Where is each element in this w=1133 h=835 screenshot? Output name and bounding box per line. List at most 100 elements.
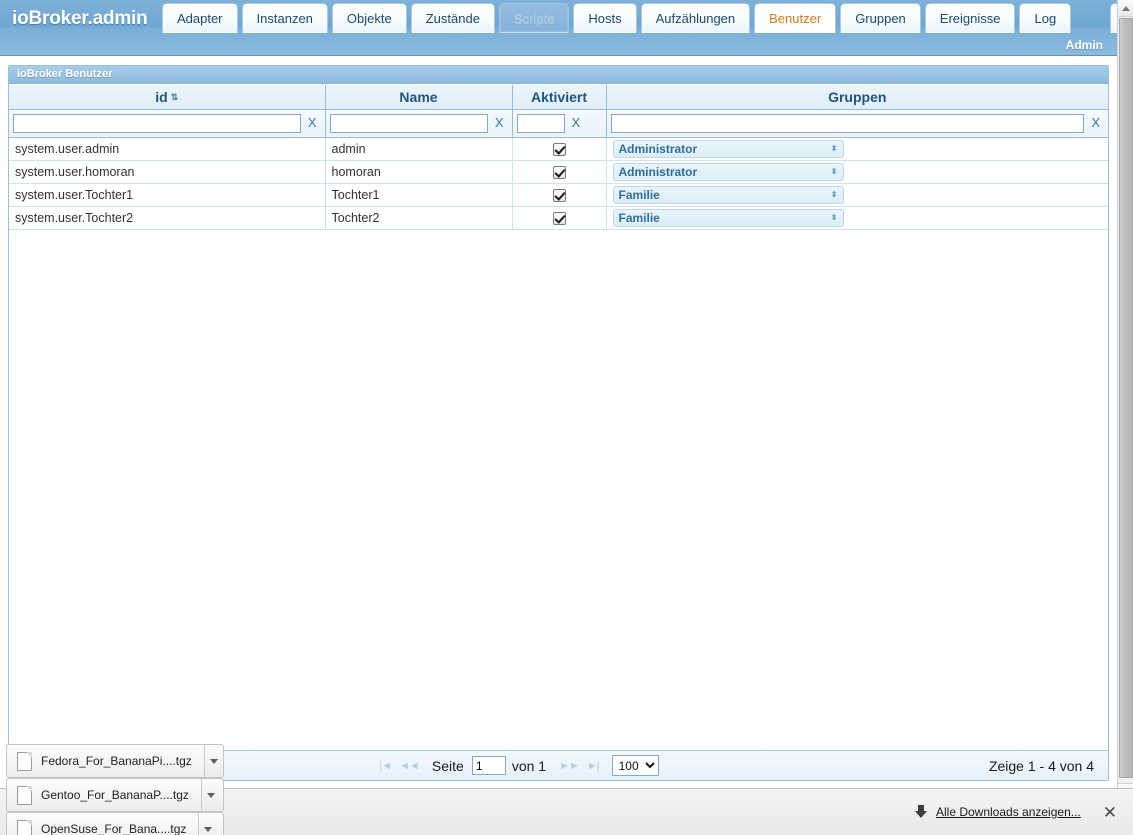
tab-log[interactable]: Log — [1019, 3, 1072, 33]
page-total-label: von 1 — [511, 757, 547, 774]
cell-name: Tochter2 — [325, 206, 513, 230]
tab-instanzen[interactable]: Instanzen — [241, 3, 328, 33]
file-icon — [17, 785, 32, 805]
gruppen-select[interactable]: Familie ⬍ — [612, 185, 844, 204]
checkbox-checked-icon[interactable] — [552, 142, 566, 156]
gruppen-select-value: Administrator — [618, 164, 698, 179]
file-icon — [17, 819, 32, 835]
filter-clear-gruppen[interactable]: X — [1090, 116, 1104, 130]
download-item-main[interactable]: Fedora_For_BananaPi....tgz — [7, 745, 204, 777]
settings-button[interactable]: ✷ — [1110, 3, 1117, 33]
cell-aktiviert — [512, 206, 607, 230]
table-row[interactable]: system.user.Tochter1 Tochter1 Familie ⬍ — [9, 183, 1108, 207]
column-header-label: Name — [399, 88, 438, 105]
cell-id: system.user.admin — [9, 137, 326, 161]
panel-title: ioBroker Benutzer — [9, 66, 1108, 84]
column-header-name[interactable]: Name — [325, 85, 513, 110]
gruppen-select[interactable]: Administrator ⬍ — [612, 162, 844, 181]
filter-cell-gruppen: X — [606, 109, 1108, 138]
tab-hosts[interactable]: Hosts — [573, 3, 637, 33]
column-header-id[interactable]: id ⇅ — [9, 85, 326, 110]
cell-name: homoran — [325, 160, 513, 184]
page-number-input[interactable] — [471, 756, 506, 775]
scroll-up-icon[interactable] — [1118, 0, 1133, 17]
filter-clear-id[interactable]: X — [307, 116, 321, 130]
tab-scripte: Scripte — [498, 3, 570, 33]
cell-gruppen: Administrator ⬍ — [606, 137, 1108, 161]
cell-id: system.user.Tochter2 — [9, 206, 326, 230]
scrollbar-thumb[interactable] — [1119, 18, 1133, 778]
page-scrollbar[interactable] — [1117, 0, 1133, 800]
tab-ereignisse[interactable]: Ereignisse — [924, 3, 1016, 33]
users-grid: id ⇅ Name Aktiviert Gruppen X X X X syst… — [9, 85, 1108, 750]
download-menu-chevron-down-icon[interactable] — [200, 779, 220, 811]
column-header-gruppen[interactable]: Gruppen — [606, 85, 1108, 110]
filter-row: X X X X — [9, 109, 1108, 138]
tab-benutzer[interactable]: Benutzer — [754, 3, 837, 33]
gruppen-select-value: Familie — [618, 187, 660, 202]
app-header: ioBroker.admin Adapter Instanzen Objekte Zu… — [0, 0, 1117, 56]
spinner-updown-icon: ⬍ — [830, 166, 838, 176]
users-panel: ioBroker Benutzer id ⇅ Name Aktiviert Gruppe… — [8, 65, 1109, 781]
pagination-controls: |◄ ◄◄ Seite von 1 ►► ►| 102550100 — [169, 755, 868, 776]
filter-input-aktiviert[interactable] — [516, 113, 565, 133]
download-arrow-icon — [914, 805, 927, 819]
cell-id: system.user.Tochter1 — [9, 183, 326, 207]
cell-aktiviert — [512, 137, 607, 161]
filter-cell-aktiviert: X — [512, 109, 607, 138]
tab-bar: ioBroker.admin Adapter Instanzen Objekte Zu… — [0, 0, 1117, 34]
table-header: id ⇅ Name Aktiviert Gruppen X X X X — [9, 85, 1108, 138]
file-icon — [17, 751, 32, 771]
gruppen-select[interactable]: Familie ⬍ — [612, 208, 844, 227]
spinner-updown-icon: ⬍ — [830, 212, 838, 222]
tab-gruppen[interactable]: Gruppen — [840, 3, 921, 33]
filter-cell-id: X — [9, 109, 326, 138]
rows-per-page-select[interactable]: 102550100 — [611, 755, 659, 776]
gruppen-select-value: Administrator — [618, 141, 698, 156]
column-header-label: Gruppen — [828, 88, 887, 105]
cell-id: system.user.homoran — [9, 160, 326, 184]
tab-adapter[interactable]: Adapter — [161, 3, 238, 33]
filter-input-gruppen[interactable] — [610, 113, 1085, 133]
download-file-name: Gentoo_For_BananaP....tgz — [41, 788, 189, 802]
tab-zust-nde[interactable]: Zustände — [410, 3, 495, 33]
checkbox-checked-icon[interactable] — [552, 211, 566, 225]
current-user-label: Admin — [1065, 38, 1103, 52]
table-row[interactable]: system.user.homoran homoran Administrator ⬍ — [9, 160, 1108, 184]
column-header-label: id — [155, 88, 168, 105]
filter-clear-name[interactable]: X — [494, 116, 508, 130]
cell-gruppen: Administrator ⬍ — [606, 160, 1108, 184]
column-header-aktiviert[interactable]: Aktiviert — [512, 85, 607, 110]
download-bar: Fedora_For_BananaPi....tgz Gentoo_For_Ban… — [0, 744, 1133, 835]
download-item[interactable]: OpenSuse_For_Bana....tgz — [6, 812, 224, 835]
sort-indicator-icon: ⇅ — [170, 91, 179, 102]
download-item[interactable]: Fedora_For_BananaPi....tgz — [6, 744, 224, 778]
filter-input-id[interactable] — [13, 113, 301, 133]
table-row[interactable]: system.user.admin admin Administrator ⬍ — [9, 137, 1108, 161]
download-item[interactable]: Gentoo_For_BananaP....tgz — [6, 778, 224, 812]
cell-gruppen: Familie ⬍ — [606, 183, 1108, 207]
download-item-main[interactable]: OpenSuse_For_Bana....tgz — [7, 813, 198, 835]
filter-input-name[interactable] — [329, 113, 488, 133]
checkbox-checked-icon[interactable] — [552, 188, 566, 202]
checkbox-checked-icon[interactable] — [552, 165, 566, 179]
tab-aufz-hlungen[interactable]: Aufzählungen — [640, 3, 751, 33]
cell-name: Tochter1 — [325, 183, 513, 207]
table-row[interactable]: system.user.Tochter2 Tochter2 Familie ⬍ — [9, 206, 1108, 230]
show-all-downloads-button[interactable]: Alle Downloads anzeigen... — [914, 805, 1081, 819]
filter-clear-aktiviert[interactable]: X — [571, 116, 585, 130]
next-page-icon[interactable]: ►► — [558, 760, 580, 772]
users-table: id ⇅ Name Aktiviert Gruppen X X X X syst… — [9, 85, 1108, 230]
download-menu-chevron-down-icon[interactable] — [203, 745, 223, 777]
cell-name: admin — [325, 137, 513, 161]
tab-objekte[interactable]: Objekte — [331, 3, 407, 33]
download-item-main[interactable]: Gentoo_For_BananaP....tgz — [7, 779, 201, 811]
first-page-icon[interactable]: |◄ — [378, 760, 392, 772]
prev-page-icon[interactable]: ◄◄ — [398, 760, 420, 772]
last-page-icon[interactable]: ►| — [586, 760, 600, 772]
gruppen-select[interactable]: Administrator ⬍ — [612, 139, 844, 158]
cell-aktiviert — [512, 160, 607, 184]
download-menu-chevron-down-icon[interactable] — [198, 813, 218, 835]
close-download-bar-button[interactable]: ✕ — [1099, 804, 1127, 821]
filter-cell-name: X — [325, 109, 513, 138]
